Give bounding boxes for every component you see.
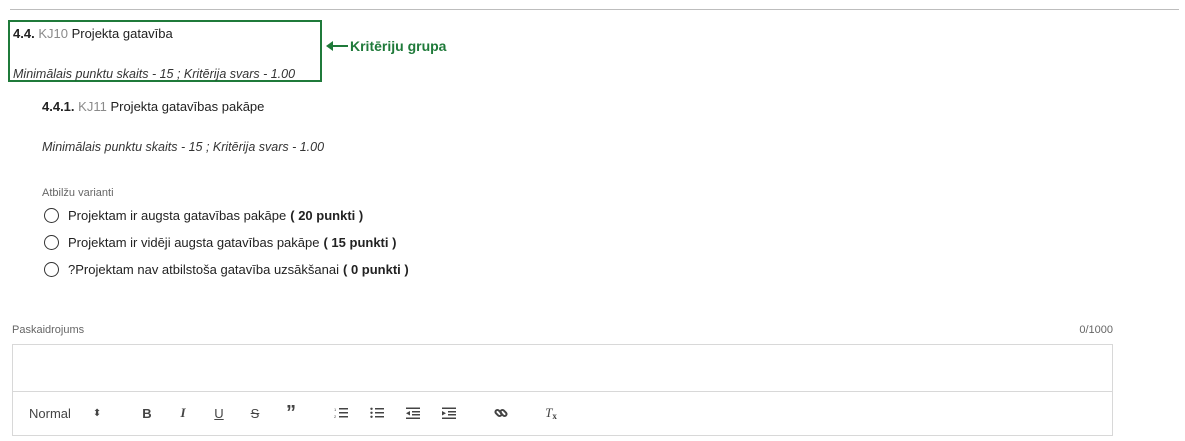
radio-button[interactable] xyxy=(44,262,59,277)
svg-text:1: 1 xyxy=(334,407,337,412)
criterion-number: 4.4.1. xyxy=(42,99,75,114)
outdent-icon xyxy=(406,407,420,419)
bullet-list-button[interactable] xyxy=(367,391,387,435)
clear-format-button[interactable]: Tx xyxy=(541,391,561,435)
explanation-label: Paskaidrojums xyxy=(12,324,85,336)
select-arrows-icon: ⬍ xyxy=(92,407,102,419)
link-icon xyxy=(494,408,508,418)
criterion-meta: Minimālais punktu skaits - 15 ; Kritērij… xyxy=(42,140,325,154)
strikethrough-button[interactable]: S xyxy=(245,391,265,435)
arrow-left-icon xyxy=(326,41,348,51)
editor-toolbar: Normal ⬍ B I U S ” 12 Tx xyxy=(13,391,1112,435)
bold-button[interactable]: B xyxy=(137,391,157,435)
indent-icon xyxy=(442,407,456,419)
answer-text: Projektam ir augsta gatavības pakāpe xyxy=(68,208,287,223)
group-code: KJ10 xyxy=(38,26,68,41)
criteria-group-annotation: Kritēriju grupa xyxy=(326,38,446,54)
answer-option[interactable]: ?Projektam nav atbilstoša gatavība uzsāk… xyxy=(44,262,409,277)
criterion-title: Projekta gatavības pakāpe xyxy=(110,99,265,114)
answer-points: ( 20 punkti ) xyxy=(290,208,364,223)
radio-button[interactable] xyxy=(44,208,59,223)
underline-button[interactable]: U xyxy=(209,391,229,435)
group-meta: Minimālais punktu skaits - 15 ; Kritērij… xyxy=(13,67,296,81)
answers-label: Atbilžu varianti xyxy=(42,187,114,199)
format-select[interactable]: Normal ⬍ xyxy=(29,391,101,435)
answer-option[interactable]: Projektam ir augsta gatavības pakāpe ( 2… xyxy=(44,208,363,223)
clear-format-x: x xyxy=(552,411,557,421)
top-divider xyxy=(10,9,1179,10)
annotation-label: Kritēriju grupa xyxy=(350,38,447,54)
indent-button[interactable] xyxy=(439,391,459,435)
ordered-list-button[interactable]: 12 xyxy=(331,391,351,435)
character-counter: 0/1000 xyxy=(1079,324,1113,336)
rich-text-editor: Normal ⬍ B I U S ” 12 Tx xyxy=(12,344,1113,436)
clear-format-icon: T xyxy=(545,405,553,420)
answer-points: ( 15 punkti ) xyxy=(323,235,397,250)
group-title: Projekta gatavība xyxy=(71,26,173,41)
format-select-value: Normal xyxy=(29,405,71,421)
italic-button[interactable]: I xyxy=(173,391,193,435)
criteria-group-heading: 4.4. KJ10 Projekta gatavība xyxy=(13,26,173,41)
bullet-list-icon xyxy=(370,407,384,418)
answer-text: Projektam ir vidēji augsta gatavības pak… xyxy=(68,235,320,250)
radio-button[interactable] xyxy=(44,235,59,250)
answer-text: ?Projektam nav atbilstoša gatavība uzsāk… xyxy=(68,262,339,277)
criterion-code: KJ11 xyxy=(78,99,107,114)
criterion-heading: 4.4.1. KJ11 Projekta gatavības pakāpe xyxy=(42,99,264,114)
svg-text:2: 2 xyxy=(334,414,337,419)
answer-points: ( 0 punkti ) xyxy=(343,262,409,277)
outdent-button[interactable] xyxy=(403,391,423,435)
ordered-list-icon: 12 xyxy=(334,407,348,419)
explanation-input[interactable] xyxy=(13,345,1112,392)
group-number: 4.4. xyxy=(13,26,35,41)
answer-option[interactable]: Projektam ir vidēji augsta gatavības pak… xyxy=(44,235,396,250)
link-button[interactable] xyxy=(491,391,511,435)
blockquote-button[interactable]: ” xyxy=(281,391,301,435)
